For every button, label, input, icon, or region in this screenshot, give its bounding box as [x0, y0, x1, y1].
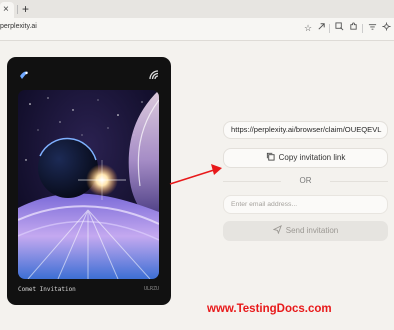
or-divider: OR [223, 176, 388, 185]
invitation-card: Comet Invitation ULRZU [7, 57, 171, 305]
comet-logo-icon [20, 71, 28, 79]
invitation-link-field[interactable]: https://perplexity.ai/browser/claim/OUEQ… [223, 121, 388, 139]
email-input[interactable] [223, 195, 388, 214]
copy-button-label: Copy invitation link [278, 153, 346, 162]
extension-icon[interactable] [347, 22, 359, 34]
share-icon[interactable] [315, 22, 327, 34]
tab-bar: × + [0, 0, 394, 18]
menu-icon[interactable] [366, 22, 378, 34]
new-tab-button[interactable]: + [22, 1, 29, 17]
card-code: ULRZU [143, 286, 159, 292]
copy-invitation-link-button[interactable]: Copy invitation link [223, 148, 388, 168]
comet-artwork [18, 90, 159, 279]
tab-close-icon[interactable]: × [3, 3, 9, 17]
browser-toolbar: perplexity.ai ☆ [0, 18, 394, 41]
wireless-icon [149, 70, 159, 80]
send-icon [272, 224, 282, 235]
settings-icon[interactable] [380, 22, 392, 34]
toolbar-divider [329, 24, 330, 33]
copy-icon [266, 152, 275, 161]
star-icon[interactable]: ☆ [302, 22, 314, 34]
screenshot-icon[interactable] [333, 22, 345, 34]
watermark-text: www.TestingDocs.com [207, 303, 332, 315]
send-button-label: Send invitation [285, 226, 339, 235]
send-invitation-button[interactable]: Send invitation [223, 221, 388, 241]
card-title: Comet Invitation [18, 286, 76, 293]
address-bar[interactable]: perplexity.ai [0, 23, 37, 30]
tab-divider [17, 5, 18, 14]
toolbar-divider [362, 24, 363, 33]
browser-tab[interactable]: × [0, 2, 14, 18]
